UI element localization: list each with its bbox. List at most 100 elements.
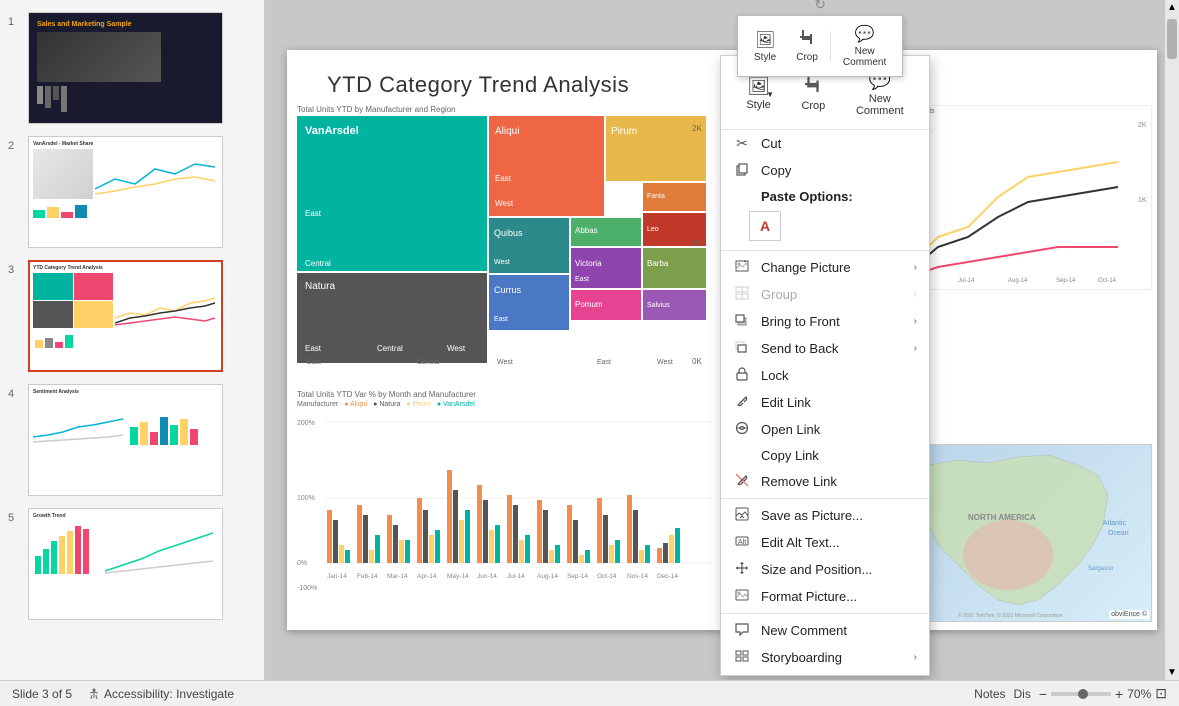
menu-item-new-comment[interactable]: New Comment xyxy=(721,617,929,644)
scroll-down-arrow[interactable]: ▼ xyxy=(1165,665,1179,680)
open-link-icon xyxy=(733,421,751,438)
slide-thumb-3[interactable]: 3 YTD Category Trend Analysis xyxy=(0,256,264,376)
scroll-thumb[interactable] xyxy=(1167,19,1177,59)
float-new-comment-button[interactable]: 💬 New Comment xyxy=(835,20,894,72)
svg-text:Oct-14: Oct-14 xyxy=(1098,278,1117,284)
edit-alt-text-label: Edit Alt Text... xyxy=(761,535,840,550)
notes-button[interactable]: Notes xyxy=(974,687,1005,701)
svg-text:East: East xyxy=(305,209,322,218)
cut-label: Cut xyxy=(761,136,781,151)
svg-text:Aliqui: Aliqui xyxy=(495,126,519,137)
svg-text:0K: 0K xyxy=(692,357,702,366)
svg-text:West: West xyxy=(657,359,673,366)
main-area: 1 Sales and Marketing Sample xyxy=(0,0,1179,680)
slide-num-2: 2 xyxy=(8,140,22,152)
new-comment-label: New Comment xyxy=(761,623,847,638)
menu-item-cut[interactable]: ✂ Cut xyxy=(721,130,929,157)
edit-alt-text-icon: Alt xyxy=(733,534,751,551)
right-scrollbar[interactable]: ▲ ▼ xyxy=(1165,0,1179,680)
scroll-up-arrow[interactable]: ▲ xyxy=(1165,0,1179,15)
fit-button[interactable]: ⊡ xyxy=(1155,685,1167,702)
svg-text:Sep-14: Sep-14 xyxy=(1056,278,1076,284)
menu-item-change-picture[interactable]: Change Picture › xyxy=(721,254,929,281)
bring-to-front-arrow: › xyxy=(914,316,917,327)
zoom-in-button[interactable]: + xyxy=(1115,686,1123,702)
menu-item-size-position[interactable]: Size and Position... xyxy=(721,556,929,583)
new-comment-icon xyxy=(733,622,751,639)
slide-thumb-4[interactable]: 4 Sentiment Analysis xyxy=(0,380,264,500)
menu-item-remove-link[interactable]: Remove Link xyxy=(721,468,929,495)
menu-item-edit-link[interactable]: Edit Link xyxy=(721,389,929,416)
float-toolbar: ↻ 🖼 Style Crop 💬 New Comment xyxy=(737,15,903,77)
svg-text:Jan-14: Jan-14 xyxy=(327,573,347,580)
ctx-crop-button[interactable]: Crop xyxy=(793,71,833,116)
svg-text:East: East xyxy=(307,359,321,366)
remove-link-icon xyxy=(733,473,751,490)
bring-to-front-icon xyxy=(733,313,751,330)
svg-text:West: West xyxy=(447,344,466,353)
svg-text:Oct-14: Oct-14 xyxy=(597,573,617,580)
send-to-back-arrow: › xyxy=(914,343,917,354)
svg-text:Feb-14: Feb-14 xyxy=(357,573,378,580)
thumb-box-5[interactable]: Growth Trend xyxy=(28,508,223,620)
thumb-box-4[interactable]: Sentiment Analysis xyxy=(28,384,223,496)
svg-text:Aug-14: Aug-14 xyxy=(1008,278,1028,284)
svg-text:Pirum: Pirum xyxy=(611,126,637,137)
menu-item-edit-alt-text[interactable]: Alt Edit Alt Text... xyxy=(721,529,929,556)
storyboarding-label: Storyboarding xyxy=(761,650,842,665)
format-picture-label: Format Picture... xyxy=(761,589,857,604)
menu-item-save-as-picture[interactable]: Save as Picture... xyxy=(721,502,929,529)
svg-text:Central: Central xyxy=(417,359,440,366)
menu-item-copy-link[interactable]: Copy Link xyxy=(721,443,929,468)
svg-text:Sargasso: Sargasso xyxy=(1088,566,1114,572)
change-picture-arrow: › xyxy=(914,262,917,273)
svg-text:2K: 2K xyxy=(692,124,702,133)
edit-link-label: Edit Link xyxy=(761,395,811,410)
svg-text:Alt: Alt xyxy=(738,539,746,546)
ctx-style-button[interactable]: 🖼▼ Style xyxy=(738,72,778,115)
slide-thumb-1[interactable]: 1 Sales and Marketing Sample xyxy=(0,8,264,128)
zoom-controls: − + 70% ⊡ xyxy=(1039,685,1167,702)
svg-text:East: East xyxy=(575,276,589,283)
menu-item-group[interactable]: Group › xyxy=(721,281,929,308)
rotate-handle[interactable]: ↻ xyxy=(810,0,830,14)
float-new-comment-icon: 💬 xyxy=(855,24,875,44)
zoom-out-button[interactable]: − xyxy=(1039,686,1047,702)
menu-item-format-picture[interactable]: Format Picture... xyxy=(721,583,929,610)
display-button[interactable]: Dis xyxy=(1014,687,1031,701)
send-to-back-label: Send to Back xyxy=(761,341,838,356)
style-label: Style xyxy=(754,52,776,63)
menu-item-open-link[interactable]: Open Link xyxy=(721,416,929,443)
svg-text:Quibus: Quibus xyxy=(494,228,523,238)
style-button[interactable]: 🖼 Style xyxy=(746,26,784,67)
menu-item-bring-to-front[interactable]: Bring to Front › xyxy=(721,308,929,335)
slide-info: Slide 3 of 5 xyxy=(12,687,72,701)
svg-text:West: West xyxy=(494,259,510,266)
slide-thumb-5[interactable]: 5 Growth Trend xyxy=(0,504,264,624)
menu-item-copy[interactable]: Copy xyxy=(721,157,929,184)
status-right: Notes Dis − + 70% ⊡ xyxy=(974,685,1167,702)
paste-icon-button[interactable]: A xyxy=(749,211,781,241)
app-container: 1 Sales and Marketing Sample xyxy=(0,0,1179,706)
ctx-new-comment-label: New Comment xyxy=(856,93,904,117)
menu-item-storyboarding[interactable]: Storyboarding › xyxy=(721,644,929,671)
svg-text:Jun-14: Jun-14 xyxy=(477,573,497,580)
sep-2 xyxy=(721,498,929,499)
svg-text:Natura: Natura xyxy=(305,281,335,292)
thumb-box-1[interactable]: Sales and Marketing Sample xyxy=(28,12,223,124)
zoom-slider-track[interactable] xyxy=(1051,692,1111,696)
size-position-icon xyxy=(733,561,751,578)
svg-text:© 2021 TomTom, © 2021 Microsof: © 2021 TomTom, © 2021 Microsoft Corporat… xyxy=(958,612,1063,619)
crop-button[interactable]: Crop xyxy=(788,25,826,67)
svg-text:100%: 100% xyxy=(297,495,315,502)
edit-link-icon xyxy=(733,394,751,411)
menu-item-lock[interactable]: Lock xyxy=(721,362,929,389)
slide-panel: 1 Sales and Marketing Sample xyxy=(0,0,265,680)
menu-item-send-to-back[interactable]: Send to Back › xyxy=(721,335,929,362)
thumb-box-2[interactable]: VanArsdel - Market Share xyxy=(28,136,223,248)
thumb-box-3[interactable]: YTD Category Trend Analysis xyxy=(28,260,223,372)
svg-text:East: East xyxy=(495,174,512,183)
slide-thumb-2[interactable]: 2 VanArsdel - Market Share xyxy=(0,132,264,252)
zoom-slider-thumb[interactable] xyxy=(1078,689,1088,699)
svg-text:Salvius: Salvius xyxy=(647,302,670,309)
